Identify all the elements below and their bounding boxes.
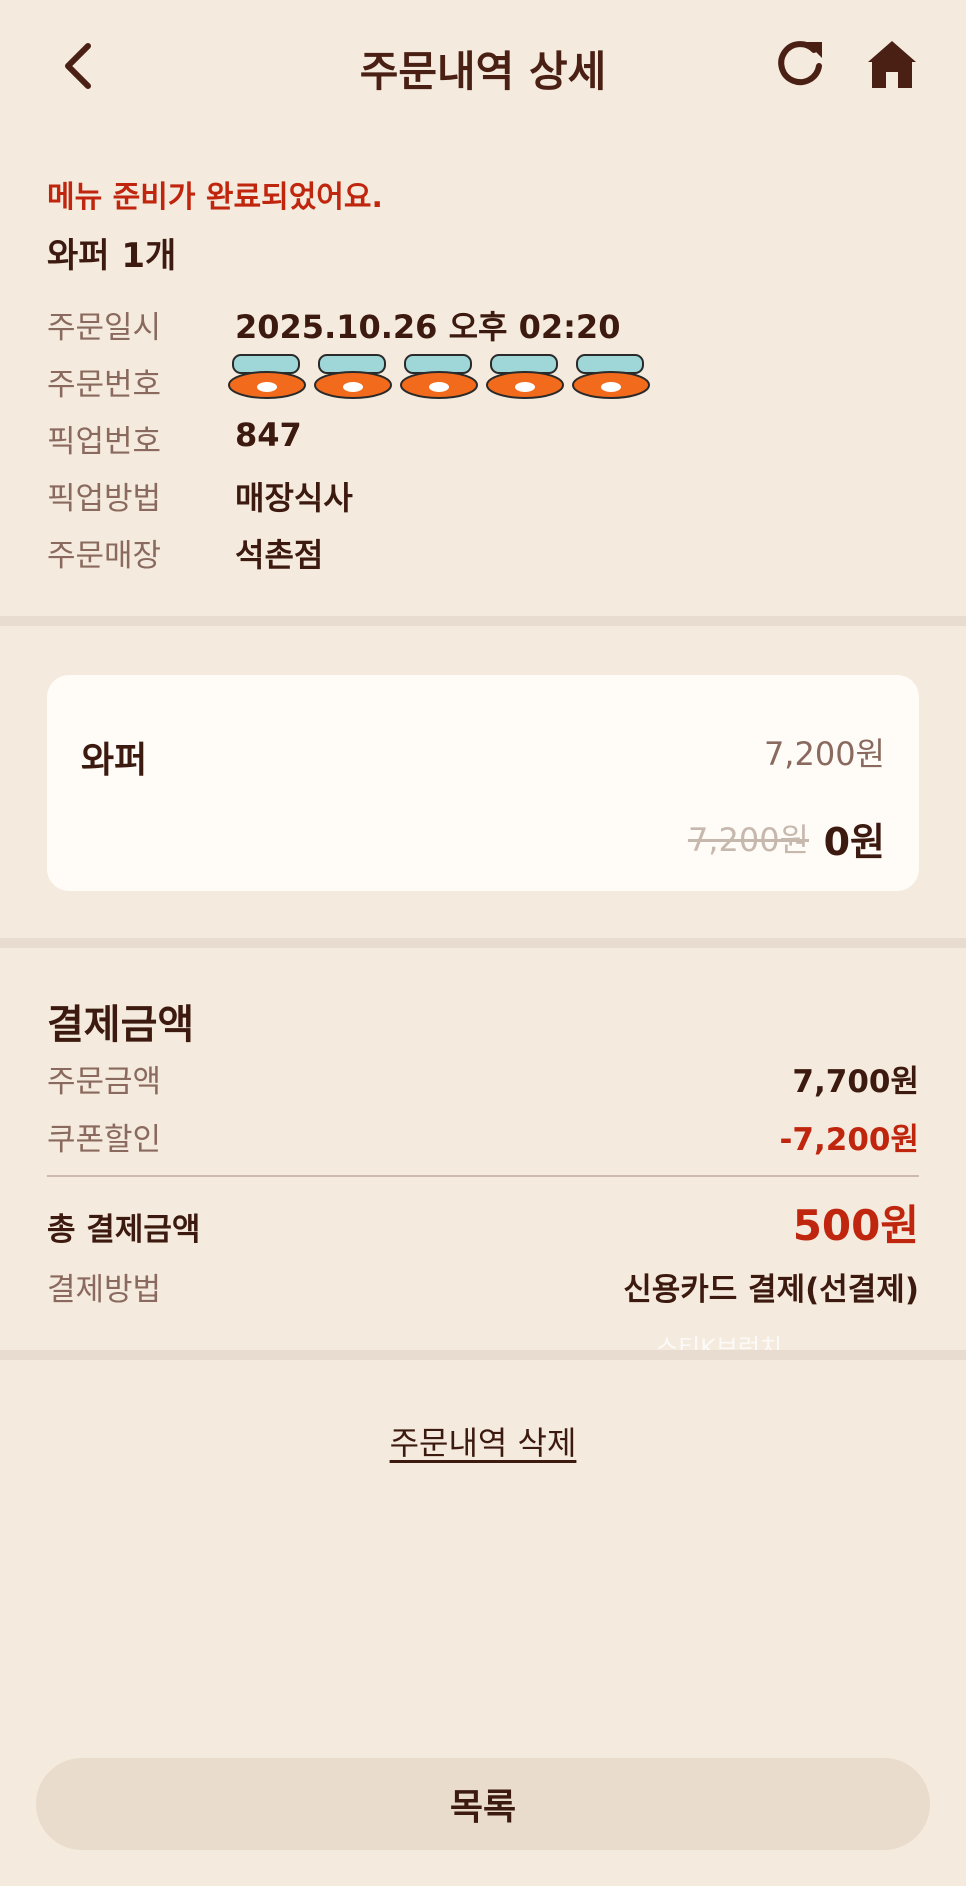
delete-order-container: 주문내역 삭제 (0, 1418, 966, 1464)
payment-row-order-amount: 주문금액 7,700원 (47, 1056, 919, 1104)
info-row-order-number: 주문번호 (47, 354, 927, 403)
info-value: 847 (235, 416, 302, 454)
payment-label: 결제방법 (47, 1272, 162, 1308)
payment-row-method: 결제방법 신용카드 결제(선결제) (47, 1264, 919, 1312)
info-row-pickup-method: 픽업방법 매장식사 (47, 473, 927, 517)
home-icon (868, 41, 916, 88)
info-row-store: 주문매장 석촌점 (47, 530, 927, 574)
info-label: 주문매장 (47, 538, 162, 574)
order-status-message: 메뉴 준비가 완료되었어요. (47, 180, 383, 215)
payment-label: 총 결제금액 (47, 1212, 201, 1248)
info-label: 픽업번호 (47, 424, 162, 460)
info-label: 주문번호 (47, 367, 162, 403)
payment-value: -7,200원 (779, 1122, 919, 1158)
app-header: 주문내역 상세 (0, 0, 966, 130)
order-summary: 와퍼 1개 (47, 236, 177, 276)
section-divider (0, 938, 966, 948)
refresh-icon (778, 41, 822, 86)
item-name: 와퍼 (81, 740, 148, 781)
list-button[interactable]: 목록 (36, 1758, 930, 1850)
item-price: 7,200원 (763, 735, 885, 773)
payment-divider (47, 1175, 919, 1177)
payment-row-total: 총 결제금액 500원 (47, 1201, 919, 1252)
payment-label: 쿠폰할인 (47, 1122, 162, 1158)
info-label: 주문일시 (47, 310, 162, 346)
payment-label: 주문금액 (47, 1064, 162, 1100)
refresh-button[interactable] (770, 34, 830, 94)
order-item-card: 와퍼 7,200원 7,200원 0원 (47, 675, 919, 891)
section-divider (0, 1350, 966, 1360)
payment-row-coupon: 쿠폰할인 -7,200원 (47, 1114, 919, 1162)
info-value: 매장식사 (235, 479, 353, 517)
info-row-order-datetime: 주문일시 2025.10.26 오후 02:20 (47, 302, 927, 346)
total-amount: 500원 (792, 1201, 919, 1250)
masked-order-number-sticker (228, 354, 650, 399)
info-value: 2025.10.26 오후 02:20 (235, 308, 621, 346)
home-button[interactable] (862, 34, 922, 94)
item-original-price: 7,200원 (687, 821, 809, 859)
payment-value: 신용카드 결제(선결제) (623, 1272, 919, 1308)
item-final-price: 0원 (823, 820, 885, 864)
section-divider (0, 616, 966, 626)
info-value: 석촌점 (235, 536, 324, 574)
info-label: 픽업방법 (47, 481, 162, 517)
delete-order-link[interactable]: 주문내역 삭제 (390, 1424, 577, 1462)
payment-section-title: 결제금액 (47, 1002, 195, 1048)
info-row-pickup-number: 픽업번호 847 (47, 416, 927, 460)
payment-value: 7,700원 (792, 1064, 919, 1100)
